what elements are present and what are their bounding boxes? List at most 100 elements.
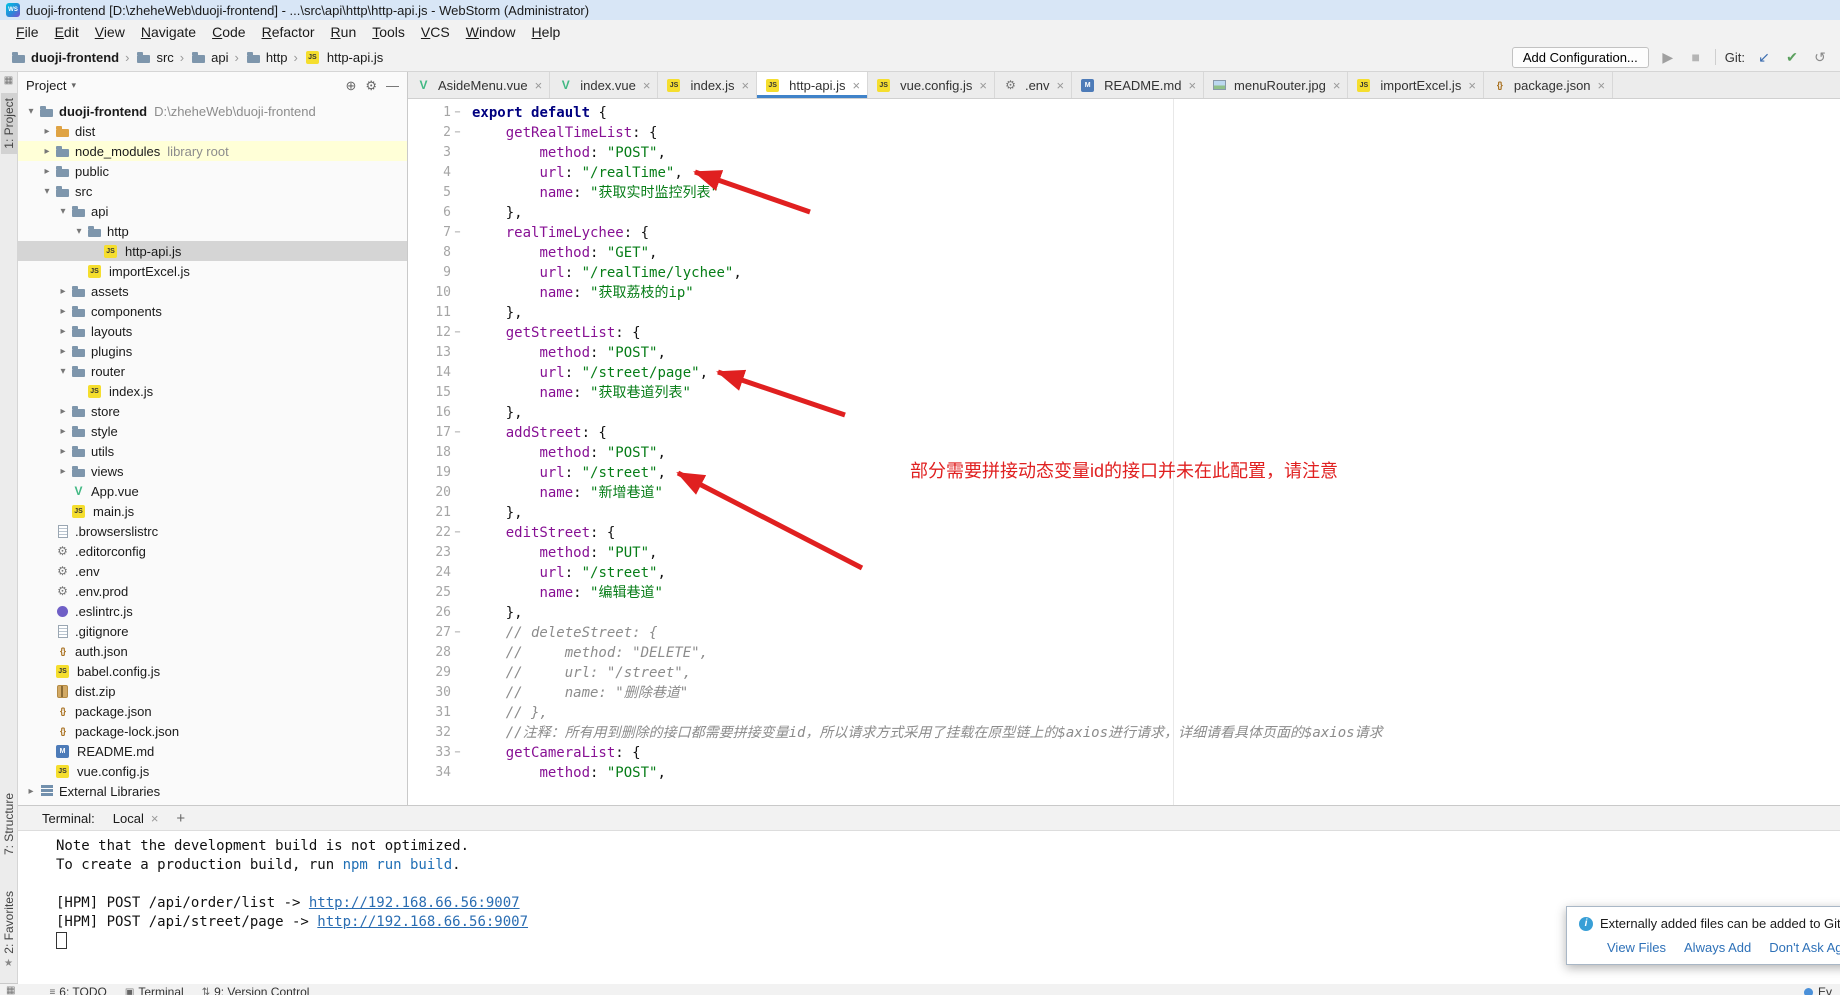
close-icon[interactable]: × [1333, 78, 1341, 93]
tab-http-api-js[interactable]: JShttp-api.js× [757, 72, 868, 98]
tab-env[interactable]: ⚙.env× [995, 72, 1072, 98]
tree-item-assets[interactable]: ▸assets [18, 281, 407, 301]
close-icon[interactable]: × [535, 78, 543, 93]
menu-window[interactable]: Window [458, 23, 524, 41]
chevron-right-icon[interactable]: ▸ [56, 446, 70, 457]
menu-help[interactable]: Help [524, 23, 569, 41]
fold-icon[interactable]: − [451, 523, 464, 543]
chevron-right-icon[interactable]: ▸ [40, 126, 54, 137]
menu-code[interactable]: Code [204, 23, 253, 41]
close-icon[interactable]: × [1468, 78, 1476, 93]
breadcrumb-api[interactable]: api [190, 49, 228, 65]
tab-index-js[interactable]: JSindex.js× [658, 72, 757, 98]
tree-item-plugins[interactable]: ▸plugins [18, 341, 407, 361]
settings-icon[interactable]: ⚙ [365, 78, 377, 94]
tree-item-eslintrc-js[interactable]: .eslintrc.js [18, 601, 407, 621]
tree-item-env-prod[interactable]: ⚙.env.prod [18, 581, 407, 601]
tree-item-vue-config-js[interactable]: JSvue.config.js [18, 761, 407, 781]
tab-package-json[interactable]: {}package.json× [1484, 72, 1613, 98]
chevron-right-icon[interactable]: ▸ [40, 146, 54, 157]
tree-item-editorconfig[interactable]: ⚙.editorconfig [18, 541, 407, 561]
tab-asidemenu-vue[interactable]: VAsideMenu.vue× [408, 72, 550, 98]
fold-icon[interactable]: − [451, 223, 464, 243]
tree-item-router[interactable]: ▾router [18, 361, 407, 381]
tree-item-public[interactable]: ▸public [18, 161, 407, 181]
tab-index-vue[interactable]: Vindex.vue× [550, 72, 658, 98]
menu-edit[interactable]: Edit [47, 23, 87, 41]
add-configuration-button[interactable]: Add Configuration... [1512, 47, 1649, 68]
close-icon[interactable]: × [979, 78, 987, 93]
fold-icon[interactable]: − [451, 103, 464, 123]
code-editor[interactable]: 1−2−34567−89101112−1314151617−1819202122… [408, 99, 1840, 805]
fold-icon[interactable]: − [451, 423, 464, 443]
menu-refactor[interactable]: Refactor [254, 23, 323, 41]
tree-item-dist[interactable]: ▸dist [18, 121, 407, 141]
tree-item-store[interactable]: ▸store [18, 401, 407, 421]
menu-vcs[interactable]: VCS [413, 23, 458, 41]
run-icon[interactable]: ▶ [1658, 49, 1678, 66]
chevron-right-icon[interactable]: ▸ [24, 786, 38, 797]
chevron-down-icon[interactable]: ▾ [56, 366, 70, 377]
chevron-down-icon[interactable]: ▾ [56, 206, 70, 217]
tree-item-auth-json[interactable]: {}auth.json [18, 641, 407, 661]
always-add-link[interactable]: Always Add [1684, 940, 1751, 955]
fold-icon[interactable]: − [451, 123, 464, 143]
git-update-icon[interactable]: ↙ [1754, 49, 1774, 66]
tree-item-package-lock-json[interactable]: {}package-lock.json [18, 721, 407, 741]
close-icon[interactable]: × [643, 78, 651, 93]
tree-item-readme-md[interactable]: MREADME.md [18, 741, 407, 761]
tree-item-src[interactable]: ▾src [18, 181, 407, 201]
tab-importexcel-js[interactable]: JSimportExcel.js× [1348, 72, 1484, 98]
close-icon[interactable]: × [151, 811, 159, 826]
editor-gutter[interactable]: 1−2−34567−89101112−1314151617−1819202122… [408, 99, 464, 805]
chevron-down-icon[interactable]: ▾ [40, 186, 54, 197]
toolwindow-1-project[interactable]: 1: Project [1, 93, 17, 154]
tree-item-app-vue[interactable]: VApp.vue [18, 481, 407, 501]
new-terminal-button[interactable]: + [176, 810, 185, 827]
menu-run[interactable]: Run [323, 23, 365, 41]
toolwindow-2-favorites[interactable]: 2: Favorites★ [1, 886, 17, 974]
chevron-right-icon[interactable]: ▸ [56, 406, 70, 417]
chevron-right-icon[interactable]: ▸ [56, 346, 70, 357]
chevron-right-icon[interactable]: ▸ [56, 306, 70, 317]
hide-icon[interactable]: — [386, 78, 399, 94]
tree-item-gitignore[interactable]: .gitignore [18, 621, 407, 641]
stop-icon[interactable]: ■ [1686, 49, 1706, 65]
toolwindow-corner-icon[interactable]: ▦ [6, 985, 15, 995]
locate-icon[interactable]: ⊕ [345, 78, 356, 94]
fold-icon[interactable]: − [451, 743, 464, 763]
tree-item-babel-config-js[interactable]: JSbabel.config.js [18, 661, 407, 681]
tab-menurouter-jpg[interactable]: menuRouter.jpg× [1204, 72, 1348, 98]
breadcrumb-http[interactable]: http [245, 49, 288, 65]
tree-item-browserslistrc[interactable]: .browserslistrc [18, 521, 407, 541]
tree-item-layouts[interactable]: ▸layouts [18, 321, 407, 341]
chevron-right-icon[interactable]: ▸ [56, 466, 70, 477]
chevron-right-icon[interactable]: ▸ [56, 426, 70, 437]
tree-item-package-json[interactable]: {}package.json [18, 701, 407, 721]
chevron-right-icon[interactable]: ▸ [56, 326, 70, 337]
tree-item-external-libraries[interactable]: ▸External Libraries [18, 781, 407, 801]
toolwindow-7-structure[interactable]: 7: Structure [1, 788, 17, 860]
breadcrumb-http-api-js[interactable]: JShttp-api.js [304, 50, 383, 65]
event-log-item[interactable]: Ev [1804, 985, 1832, 995]
tab-readme-md[interactable]: MREADME.md× [1072, 72, 1204, 98]
menu-navigate[interactable]: Navigate [133, 23, 204, 41]
menu-view[interactable]: View [87, 23, 133, 41]
menu-file[interactable]: File [8, 23, 47, 41]
chevron-right-icon[interactable]: ▸ [56, 286, 70, 297]
tree-item-http[interactable]: ▾http [18, 221, 407, 241]
statusbar-9-version-control[interactable]: ⇅9: Version Control [202, 985, 310, 995]
menu-tools[interactable]: Tools [364, 23, 413, 41]
chevron-down-icon[interactable]: ▾ [71, 80, 76, 91]
fold-icon[interactable]: − [451, 623, 464, 643]
chevron-right-icon[interactable]: ▸ [40, 166, 54, 177]
history-icon[interactable]: ↺ [1810, 49, 1830, 66]
tree-item-duoji-frontend[interactable]: ▾duoji-frontendD:\zheheWeb\duoji-fronten… [18, 101, 407, 121]
tree-item-views[interactable]: ▸views [18, 461, 407, 481]
tree-item-components[interactable]: ▸components [18, 301, 407, 321]
tree-item-node-modules[interactable]: ▸node_moduleslibrary root [18, 141, 407, 161]
statusbar-6-todo[interactable]: ≡6: TODO [49, 985, 106, 995]
tree-item-index-js[interactable]: JSindex.js [18, 381, 407, 401]
breadcrumb-duoji-frontend[interactable]: duoji-frontend [10, 49, 119, 65]
close-icon[interactable]: × [742, 78, 750, 93]
